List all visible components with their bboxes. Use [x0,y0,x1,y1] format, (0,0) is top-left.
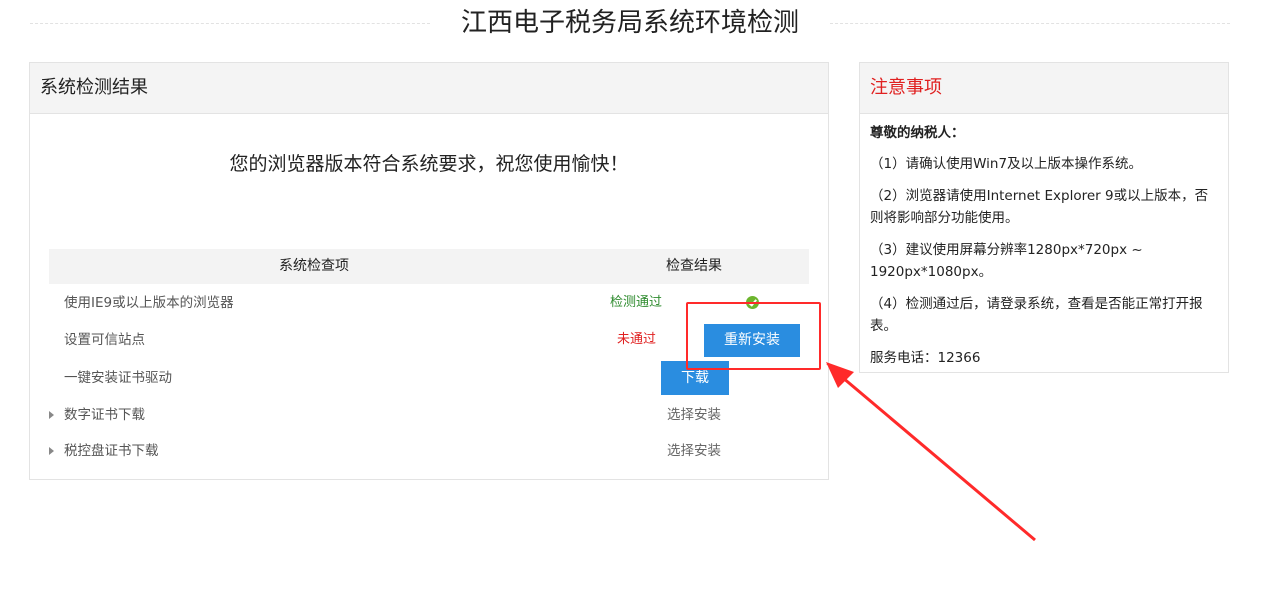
download-button[interactable]: 下载 [661,361,729,395]
row-name: 数字证书下载 [64,407,145,423]
notice-title: 注意事项 [860,63,1228,114]
notice-item-3: （3）建议使用屏幕分辨率1280px*720px ~ 1920px*1080px… [870,242,1143,280]
table-row-digital-cert[interactable]: 数字证书下载 选择安装 [49,397,809,433]
check-result-panel-title: 系统检测结果 [30,63,828,114]
page-title: 江西电子税务局系统环境检测 [460,8,799,38]
notice-panel: 注意事项 尊敬的纳税人： （1）请确认使用Win7及以上版本操作系统。 （2）浏… [859,62,1229,373]
select-install-link[interactable]: 选择安装 [667,433,721,469]
status-pass: 检测通过 [610,295,663,310]
reinstall-button[interactable]: 重新安装 [704,324,800,357]
notice-greeting: 尊敬的纳税人： [870,125,965,141]
row-name: 设置可信站点 [64,332,145,348]
check-ok-icon [746,296,759,309]
success-message: 您的浏览器版本符合系统要求，祝您使用愉快！ [229,153,629,175]
header-divider-right [830,23,1230,24]
table-row-cert-driver: 一键安装证书驱动 下载 [49,360,809,396]
notice-body: 尊敬的纳税人： （1）请确认使用Win7及以上版本操作系统。 （2）浏览器请使用… [860,114,1228,369]
notice-item-2: （2）浏览器请使用Internet Explorer 9或以上版本，否则将影响部… [870,188,1209,226]
check-table: 系统检查项 检查结果 使用IE9或以上版本的浏览器 检测通过 设置可信站点 未通… [49,249,809,459]
header-divider-left [30,23,430,24]
column-header-item: 系统检查项 [279,258,349,274]
row-name: 一键安装证书驱动 [64,370,172,386]
row-name: 税控盘证书下载 [64,443,159,459]
check-result-panel: 系统检测结果 您的浏览器版本符合系统要求，祝您使用愉快！ 系统检查项 检查结果 … [29,62,829,480]
table-row-trusted-site: 设置可信站点 未通过 重新安装 [49,322,809,358]
notice-item-4: （4）检测通过后，请登录系统，查看是否能正常打开报表。 [870,296,1203,334]
service-phone: 服务电话：12366 [870,350,981,366]
table-row-tax-disk-cert[interactable]: 税控盘证书下载 选择安装 [49,433,809,469]
status-fail: 未通过 [617,332,657,347]
column-header-result: 检查结果 [666,258,722,274]
notice-item-1: （1）请确认使用Win7及以上版本操作系统。 [870,156,1143,172]
row-name: 使用IE9或以上版本的浏览器 [64,295,234,311]
table-row-ie-version: 使用IE9或以上版本的浏览器 检测通过 [49,285,809,321]
table-header: 系统检查项 检查结果 [49,249,809,284]
page: 江西电子税务局系统环境检测 系统检测结果 您的浏览器版本符合系统要求，祝您使用愉… [0,0,1267,594]
select-install-link[interactable]: 选择安装 [667,397,721,433]
caret-right-icon[interactable] [49,411,54,419]
caret-right-icon[interactable] [49,447,54,455]
